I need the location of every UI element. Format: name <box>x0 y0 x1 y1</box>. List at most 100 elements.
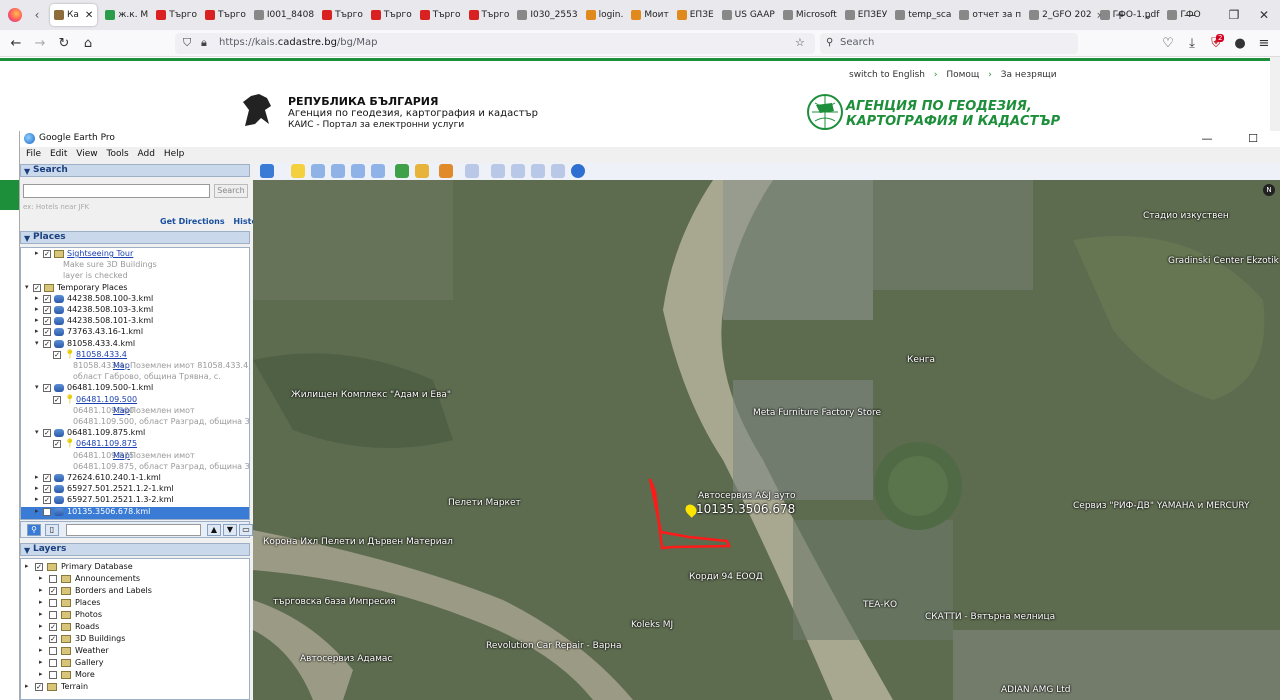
places-row[interactable]: ✓ 📍︎ 06481.109.875 <box>21 439 249 451</box>
move-up-icon[interactable]: ▲ <box>207 524 221 536</box>
layer-checkbox[interactable] <box>49 611 57 619</box>
map-place-label[interactable]: Корона Ихл Пелети и Дървен Материал <box>263 537 453 547</box>
polygon-icon[interactable] <box>311 164 325 178</box>
map-place-label[interactable]: Koleks MJ <box>631 620 673 630</box>
visibility-checkbox[interactable]: ✓ <box>43 474 51 482</box>
ge-minimize-icon[interactable]: — <box>1192 131 1222 147</box>
minimize-icon[interactable]: — <box>1170 0 1210 30</box>
visibility-checkbox[interactable]: ✓ <box>43 339 51 348</box>
collapse-arrow-icon[interactable]: ▾ <box>35 339 39 347</box>
bookmark-star-icon[interactable]: ☆ <box>795 36 805 49</box>
places-row[interactable]: 06481.109.500, област Разград, община За… <box>21 417 249 429</box>
places-row[interactable]: ▸ ✓ 72624.610.240.1-1.kml <box>21 473 249 485</box>
places-row[interactable]: Make sure 3D Buildings <box>21 260 249 272</box>
help-link[interactable]: Помощ <box>946 70 979 80</box>
layer-row[interactable]: ▸ Photos <box>21 610 249 622</box>
shield-icon[interactable]: ⛉ <box>183 36 191 50</box>
browser-tab[interactable]: temp_sca <box>891 4 955 26</box>
tour-icon[interactable] <box>371 164 385 178</box>
tab-scroll-left-icon[interactable]: ‹ <box>28 8 46 22</box>
tab-list-chevron-icon[interactable]: ⌄ <box>1128 0 1168 30</box>
expand-arrow-icon[interactable]: ▸ <box>39 634 43 642</box>
places-label[interactable]: 06481.109.875 <box>76 439 137 448</box>
move-down-icon[interactable]: ▼ <box>223 524 237 536</box>
layer-row[interactable]: ▸ Weather <box>21 646 249 658</box>
map-place-label[interactable]: Revolution Car Repair - Варна <box>486 641 621 651</box>
layer-row[interactable]: ▸ Announcements <box>21 574 249 586</box>
layer-checkbox[interactable]: ✓ <box>49 635 57 643</box>
email-icon[interactable] <box>491 164 505 178</box>
browser-tab[interactable]: I001_8408 <box>250 4 318 26</box>
visibility-checkbox[interactable]: ✓ <box>33 283 41 292</box>
layer-checkbox[interactable] <box>49 659 57 667</box>
visibility-checkbox[interactable]: ✓ <box>43 429 51 438</box>
places-label[interactable]: Sightseeing Tour <box>67 249 133 258</box>
map-place-label[interactable]: Жилищен Комплекс "Адам и Ева" <box>291 390 451 400</box>
places-row[interactable]: ▾ ✓ 06481.109.875.kml <box>21 428 249 440</box>
places-row[interactable]: layer is checked <box>21 271 249 283</box>
visibility-checkbox[interactable]: ✓ <box>43 507 51 516</box>
layer-checkbox[interactable]: ✓ <box>49 587 57 595</box>
path-icon[interactable] <box>331 164 345 178</box>
visibility-checkbox[interactable]: ✓ <box>43 384 51 393</box>
map-place-label[interactable]: Gradinski Center Ekzotik <box>1168 256 1279 266</box>
downloads-icon[interactable]: ⤓ <box>1182 34 1202 54</box>
ge-search-input[interactable] <box>23 184 210 198</box>
browser-tab[interactable]: ЕПЗЕ <box>673 4 718 26</box>
places-label[interactable]: 81058.433.4 <box>76 350 127 359</box>
places-row[interactable]: област Габрово, община Трявна, с. <box>21 372 249 384</box>
visibility-checkbox[interactable]: ✓ <box>43 485 51 494</box>
visibility-checkbox[interactable]: ✓ <box>43 306 51 314</box>
forward-icon[interactable]: → <box>30 34 50 54</box>
map-place-label[interactable]: Meta Furniture Factory Store <box>753 408 881 418</box>
expand-arrow-icon[interactable]: ▸ <box>39 586 43 594</box>
get-directions-link[interactable]: Get Directions <box>160 217 225 226</box>
map-place-label[interactable]: Кенга <box>907 355 935 365</box>
places-row[interactable]: ▾ ✓ Temporary Places <box>21 283 249 295</box>
map-place-label[interactable]: Сервиз "РИФ-ДВ" YAMAHA и MERCURY <box>1073 501 1250 511</box>
layer-row[interactable]: ▸ ✓ Borders and Labels <box>21 586 249 598</box>
visibility-checkbox[interactable]: ✓ <box>53 350 61 359</box>
overlay-icon[interactable] <box>351 164 365 178</box>
visibility-checkbox[interactable]: ✓ <box>43 250 51 258</box>
expand-arrow-icon[interactable]: ▸ <box>39 622 43 630</box>
places-row[interactable]: ▾ ✓ 06481.109.500-1.kml <box>21 383 249 395</box>
layer-checkbox[interactable]: ✓ <box>35 683 43 691</box>
expand-arrow-icon[interactable]: ▸ <box>35 249 39 257</box>
map-place-label[interactable]: Автосервиз А&J ауто <box>698 491 796 501</box>
planets-icon[interactable] <box>439 164 453 178</box>
search-places-icon[interactable]: ⚲ <box>27 524 41 536</box>
visibility-checkbox[interactable]: ✓ <box>43 496 51 505</box>
places-filter-input[interactable] <box>66 524 201 536</box>
back-icon[interactable]: ← <box>6 34 26 54</box>
save-image-icon[interactable] <box>531 164 545 178</box>
expand-arrow-icon[interactable]: ▸ <box>39 646 43 654</box>
layer-checkbox[interactable]: ✓ <box>49 623 57 631</box>
menu-file[interactable]: File <box>26 149 41 159</box>
firefox-icon[interactable] <box>8 8 22 22</box>
ge-maximize-icon[interactable]: ☐ <box>1238 131 1268 147</box>
browser-tab[interactable]: 2_GFO 202 <box>1025 4 1096 26</box>
close-tab-icon[interactable]: ✕ <box>85 10 93 21</box>
map-place-label[interactable]: ТЕА-КО <box>863 600 897 610</box>
expand-arrow-icon[interactable]: ▸ <box>35 473 39 481</box>
browser-tab[interactable]: Ка ✕ <box>50 4 98 26</box>
browser-tab[interactable]: login. <box>582 4 628 26</box>
expand-arrow-icon[interactable]: ▸ <box>35 316 39 324</box>
lock-icon[interactable]: 🔒︎ <box>201 36 207 50</box>
visibility-checkbox[interactable]: ✓ <box>43 328 51 337</box>
layer-checkbox[interactable] <box>49 575 57 583</box>
layer-row[interactable]: ▸ Places <box>21 598 249 610</box>
browser-tab[interactable]: US GAAP <box>718 4 779 26</box>
search-input[interactable]: ⚲ Search <box>820 33 1078 54</box>
ge-search-button[interactable]: Search <box>214 184 248 198</box>
map-place-label[interactable]: ADIAN AMG Ltd <box>1001 685 1071 695</box>
visibility-checkbox[interactable]: ✓ <box>53 440 61 449</box>
places-row[interactable]: ▸ ✓ 44238.508.100-3.kml <box>21 294 249 306</box>
browser-tab[interactable]: Търго <box>152 4 201 26</box>
menu-icon[interactable]: ≡ <box>1254 34 1274 54</box>
expand-arrow-icon[interactable]: ▸ <box>39 658 43 666</box>
browser-tab[interactable]: Търго <box>367 4 416 26</box>
places-row[interactable]: ▸ ✓ 65927.501.2521.1.3-2.kml <box>21 495 249 507</box>
layers-panel-header[interactable]: ▼ Layers <box>20 543 250 556</box>
